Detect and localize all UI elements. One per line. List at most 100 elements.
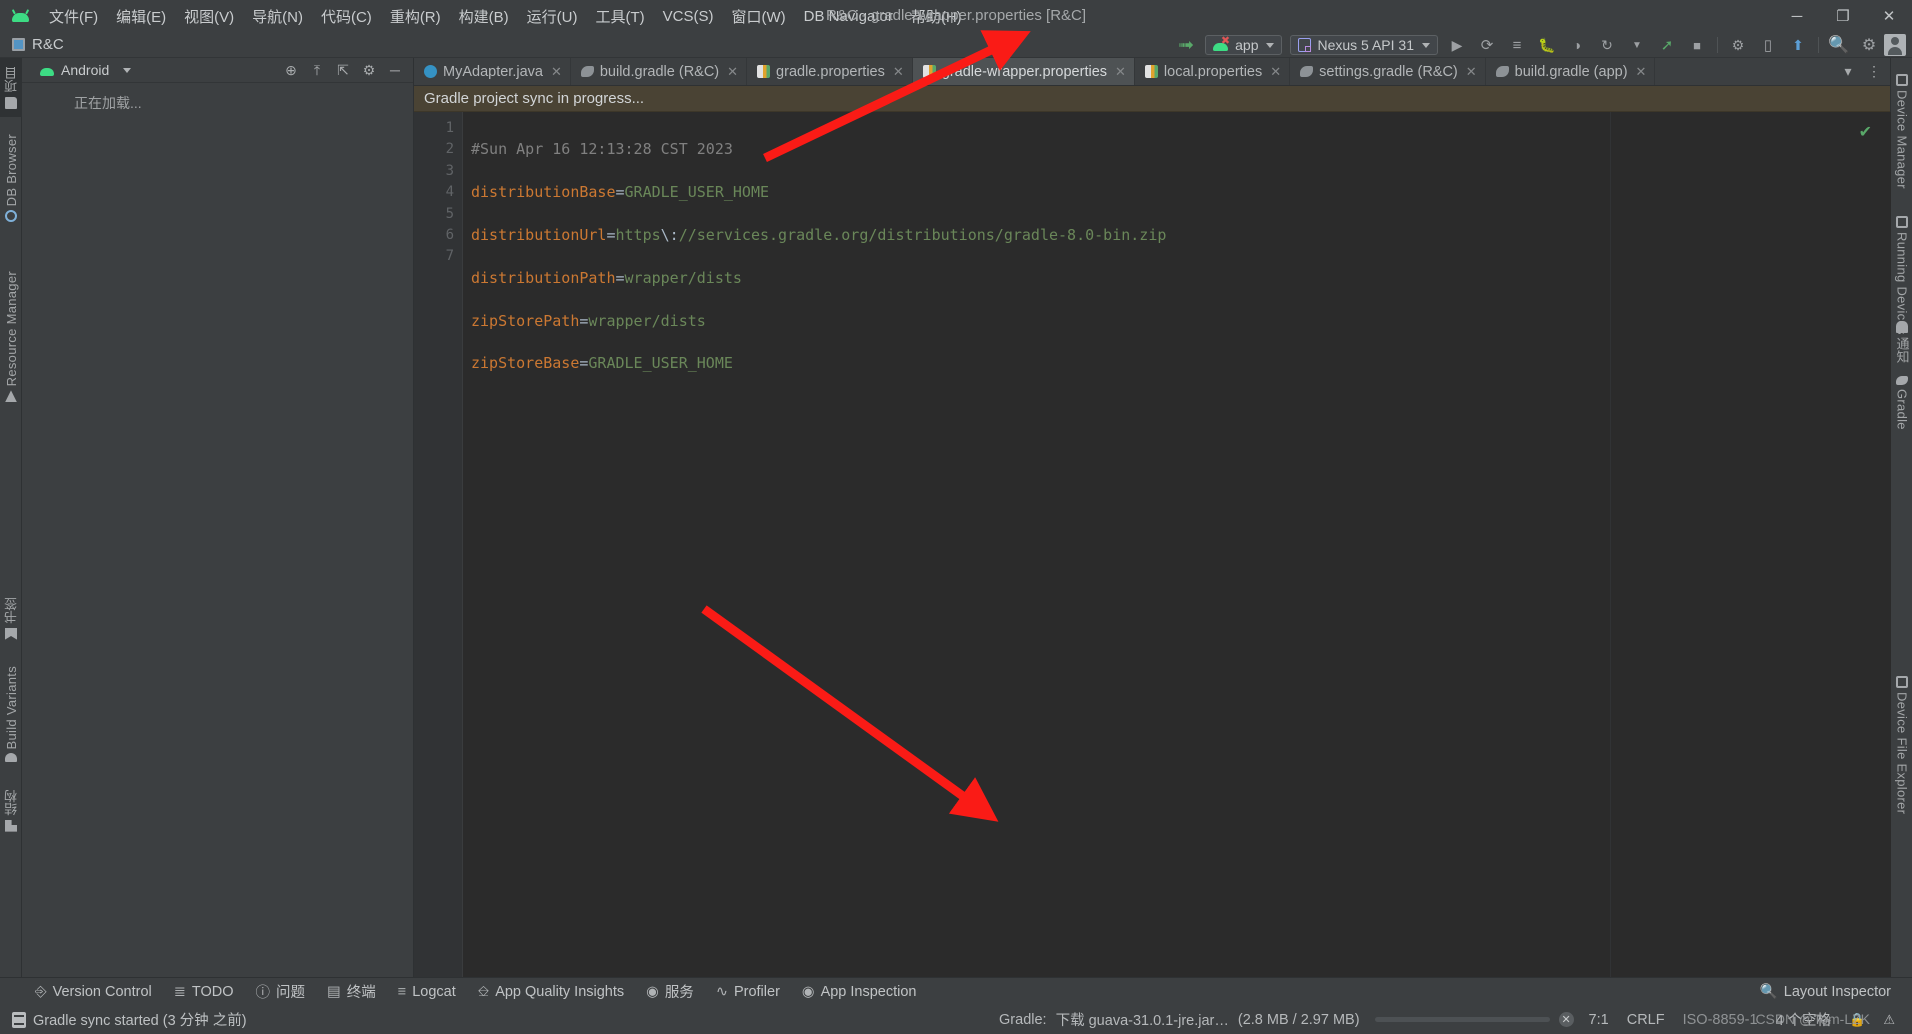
sidebar-item-logcat[interactable]: ≡ Logcat [387,982,467,1002]
status-message[interactable]: Gradle sync started (3 分钟 之前) [33,1009,247,1030]
close-icon[interactable]: ✕ [551,64,562,80]
collapse-all-button[interactable]: ⤒ [305,59,329,81]
stop-button[interactable]: ■ [1682,32,1712,58]
sidebar-item-profiler[interactable]: ∿ Profiler [705,982,791,1002]
project-chip[interactable]: R&C [0,36,64,53]
avatar[interactable] [1884,34,1906,56]
expand-all-button[interactable]: ⇱ [331,59,355,81]
search-everywhere-button[interactable]: 🔍 [1824,32,1854,58]
device-manager-button[interactable]: ▯ [1753,32,1783,58]
sidebar-item-version-control[interactable]: ⎆ Version Control [24,982,163,1002]
project-settings-gear[interactable]: ⚙ [357,59,381,81]
line-separator[interactable]: CRLF [1618,1012,1674,1028]
sdk-manager-button[interactable]: ⬆ [1783,32,1813,58]
sidebar-item-resource-manager[interactable]: Resource Manager [0,263,22,410]
apply-changes-button[interactable]: ⟳ [1472,32,1502,58]
sidebar-item-gradle[interactable]: Gradle [1891,368,1912,438]
device-selector[interactable]: Nexus 5 API 31 [1290,35,1438,55]
menu-edit[interactable]: 编辑(E) [107,3,175,30]
sidebar-item-problems[interactable]: ⓘ 问题 [245,979,317,1004]
editor-tab-gradle-properties[interactable]: gradle.properties ✕ [747,58,913,85]
menu-tools[interactable]: 工具(T) [586,3,653,30]
sidebar-item-app-inspection[interactable]: ◉ App Inspection [791,982,928,1002]
menu-dbnavigator[interactable]: DB Navigator [795,5,902,28]
avd-manager-button[interactable]: ⚙ [1723,32,1753,58]
sync-gradle-button[interactable]: ➚ [1652,32,1682,58]
close-icon[interactable]: ✕ [893,64,904,80]
caret-position[interactable]: 7:1 [1580,1012,1618,1028]
minimize-button[interactable]: ─ [1774,0,1820,32]
editor-vertical-scrollbar[interactable] [1878,112,1891,977]
menu-run[interactable]: 运行(U) [518,3,587,30]
menu-vcs[interactable]: VCS(S) [654,5,723,28]
sidebar-item-project[interactable]: 项目 [0,58,22,117]
menu-navigate[interactable]: 导航(N) [243,3,312,30]
indent-setting[interactable]: 4 个空格 [1767,1009,1841,1030]
cancel-task-button[interactable]: ✕ [1558,1012,1574,1027]
close-button[interactable]: ✕ [1866,0,1912,32]
file-encoding[interactable]: ISO-8859-1 [1674,1012,1767,1028]
menu-file[interactable]: 文件(F) [40,3,107,30]
sidebar-item-device-file-explorer[interactable]: Device File Explorer [1891,668,1912,822]
sidebar-item-notifications[interactable]: 通知 [1891,313,1912,372]
close-icon[interactable]: ✕ [727,64,738,80]
sidebar-item-build-variants[interactable]: Build Variants [0,658,22,770]
build-icon[interactable]: ➟ [1171,32,1201,58]
sidebar-item-todo[interactable]: ≣ TODO [163,982,245,1002]
code-escape: \: [660,226,679,245]
event-log-icon[interactable]: ⚠ [1874,1012,1904,1028]
menu-build[interactable]: 构建(B) [450,3,518,30]
tool-window-device-file-explorer-label: Device File Explorer [1894,692,1910,815]
sidebar-item-services[interactable]: ◉ 服务 [635,979,705,1004]
menu-view[interactable]: 视图(V) [175,3,243,30]
run-with-coverage-button[interactable]: ◑ [1562,32,1592,58]
editor-tab-settings-gradle-rc[interactable]: settings.gradle (R&C) ✕ [1290,58,1486,85]
close-icon[interactable]: ✕ [1270,64,1281,80]
read-only-icon[interactable]: 🔒 [1840,1012,1874,1028]
run-configuration-selector[interactable]: ✖ app [1205,35,1283,55]
editor-tab-bar: MyAdapter.java ✕ build.gradle (R&C) ✕ gr… [414,58,1890,86]
apply-code-changes-button[interactable]: ≡ [1502,32,1532,58]
editor-tab-build-gradle-rc[interactable]: build.gradle (R&C) ✕ [571,58,748,85]
tool-window-gradle-label: Gradle [1894,389,1910,430]
editor-tab-local-properties[interactable]: local.properties ✕ [1135,58,1291,85]
menu-help[interactable]: 帮助(H) [902,3,971,30]
properties-file-icon [922,65,936,78]
menu-code[interactable]: 代码(C) [312,3,381,30]
menu-window[interactable]: 窗口(W) [722,3,794,30]
chevron-down-icon [123,67,132,73]
sidebar-item-device-manager[interactable]: Device Manager [1891,66,1912,197]
run-button[interactable]: ▶ [1442,32,1472,58]
inspection-status-icon[interactable]: ✔ [1859,122,1872,142]
profile-button[interactable]: ↻ [1592,32,1622,58]
code-value: GRADLE_USER_HOME [624,183,770,202]
editor-tab-gradle-wrapper-properties[interactable]: gradle-wrapper.properties ✕ [912,58,1135,85]
close-icon[interactable]: ✕ [1466,64,1477,80]
sidebar-item-terminal[interactable]: ▤ 终端 [316,979,387,1004]
project-view-selector[interactable]: Android [22,62,132,78]
tab-menu-button[interactable]: ⋮ [1862,61,1886,83]
editor-tab-build-gradle-app[interactable]: build.gradle (app) ✕ [1486,58,1656,85]
settings-gear-button[interactable]: ⚙ [1854,32,1884,58]
todo-list-icon: ≣ [173,983,186,1000]
select-opened-file-button[interactable]: ⊕ [279,59,303,81]
more-run-options-caret[interactable]: ▼ [1622,32,1652,58]
sidebar-item-structure[interactable]: 结构 [0,781,22,840]
tool-window-resource-manager-label: Resource Manager [3,271,19,387]
sidebar-item-db-browser[interactable]: DB Browser [0,126,22,230]
editor-tab-label: build.gradle (app) [1514,63,1628,80]
close-icon[interactable]: ✕ [1115,64,1126,80]
debug-button[interactable]: 🐛 [1532,32,1562,58]
tab-overflow-button[interactable]: ▾ [1836,61,1860,83]
editor-tab-myadapter[interactable]: MyAdapter.java ✕ [414,58,571,85]
maximize-button[interactable]: ❐ [1820,0,1866,32]
sidebar-item-bookmarks[interactable]: 书签 [0,589,22,648]
sidebar-item-layout-inspector[interactable]: 🔍 Layout Inspector [1749,981,1902,1002]
code-text[interactable]: #Sun Apr 16 12:13:28 CST 2023 distributi… [462,112,1610,977]
left-tool-strip: 项目 DB Browser Resource Manager 书签 Build … [0,58,22,977]
hide-panel-button[interactable]: ─ [383,59,407,81]
menu-refactor[interactable]: 重构(R) [381,3,450,30]
sidebar-item-app-quality-insights[interactable]: ⎒ App Quality Insights [467,982,635,1002]
close-icon[interactable]: ✕ [1636,64,1647,80]
line-number: 1 [445,120,454,136]
